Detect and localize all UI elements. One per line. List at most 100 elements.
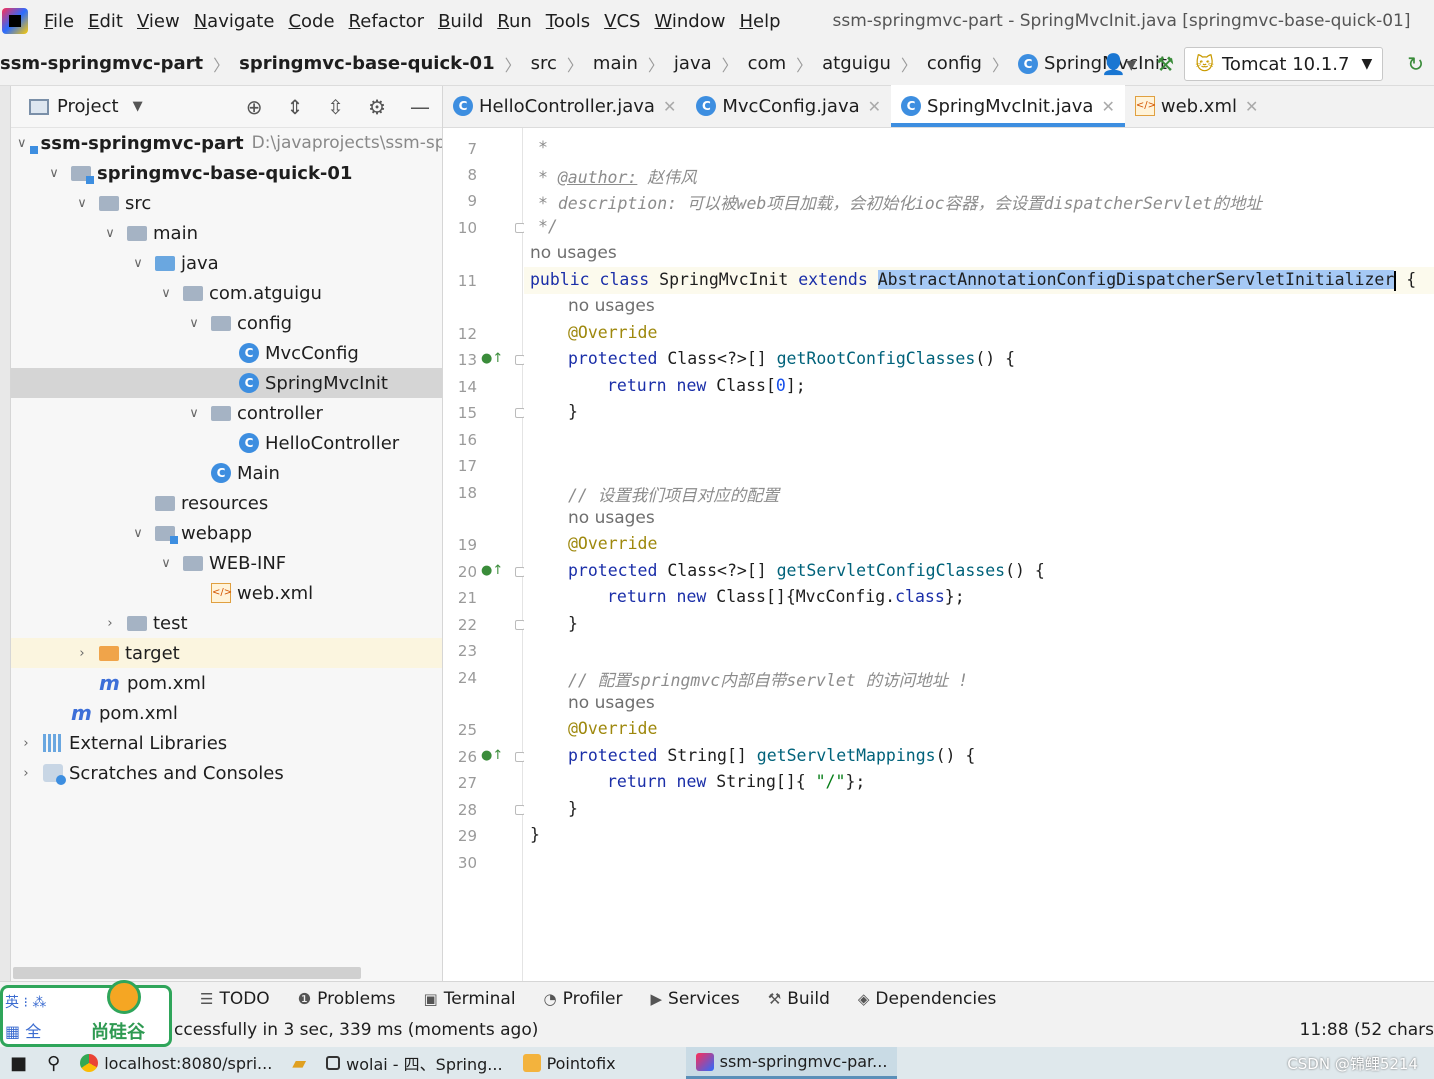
tool-window-dependencies[interactable]: ◈ Dependencies: [858, 989, 997, 1009]
override-method-icon[interactable]: ●↑: [481, 563, 503, 578]
tool-window-build[interactable]: ⚒ Build: [768, 989, 830, 1009]
menu-file[interactable]: File: [44, 11, 74, 32]
gear-icon[interactable]: ⚙: [368, 95, 386, 119]
chevron-down-icon[interactable]: ∨: [185, 316, 203, 331]
usage-hint[interactable]: no usages: [530, 243, 617, 263]
tree-item-module-pom[interactable]: m pom.xml: [11, 668, 442, 698]
menu-build[interactable]: Build: [438, 11, 483, 32]
tree-item-root-pom[interactable]: m pom.xml: [11, 698, 442, 728]
usage-hint[interactable]: no usages: [568, 508, 655, 528]
tool-window-terminal[interactable]: ▣ Terminal: [424, 989, 516, 1009]
file-explorer-icon[interactable]: ▰: [282, 1047, 316, 1079]
close-icon[interactable]: ✕: [1101, 97, 1114, 116]
tool-window-services[interactable]: ▶ Services: [651, 989, 740, 1009]
chevron-down-icon[interactable]: ∨: [45, 166, 63, 181]
breadcrumb-src[interactable]: src 〉: [531, 52, 593, 76]
editor-gutter[interactable]: 7 8 9 10 11 12 13 ●↑ 14 15 16 17 18 19 2…: [443, 128, 525, 981]
tree-item-main-class[interactable]: C Main: [11, 458, 442, 488]
close-icon[interactable]: ✕: [663, 97, 676, 116]
chevron-down-icon[interactable]: ∨: [73, 196, 91, 211]
chevron-right-icon[interactable]: ›: [73, 646, 91, 661]
tree-item-test[interactable]: › test: [11, 608, 442, 638]
collapse-all-icon[interactable]: ⇳: [327, 95, 344, 119]
menu-help[interactable]: Help: [739, 11, 780, 32]
menu-refactor[interactable]: Refactor: [349, 11, 425, 32]
menu-run[interactable]: Run: [497, 11, 532, 32]
tree-item-java[interactable]: ∨ java: [11, 248, 442, 278]
tab-hellocontroller[interactable]: C HelloController.java ✕: [443, 85, 686, 127]
rerun-icon[interactable]: ↻: [1407, 52, 1424, 76]
chevron-down-icon[interactable]: ∨: [129, 526, 147, 541]
locate-file-icon[interactable]: ⊕: [246, 95, 263, 119]
hide-panel-icon[interactable]: —: [410, 95, 430, 119]
tab-mvcconfig[interactable]: C MvcConfig.java ✕: [686, 85, 891, 127]
tree-item-package-com-atguigu[interactable]: ∨ com.atguigu: [11, 278, 442, 308]
tree-item-resources[interactable]: resources: [11, 488, 442, 518]
chevron-down-icon[interactable]: ∨: [157, 286, 175, 301]
menu-code[interactable]: Code: [288, 11, 334, 32]
usage-hint[interactable]: no usages: [568, 296, 655, 316]
taskbar-item-wolai[interactable]: wolai - 四、Spring...: [316, 1047, 512, 1079]
search-icon[interactable]: ⚲: [37, 1047, 70, 1079]
code-editor[interactable]: * * @author: 赵伟风 * description: 可以被web项目…: [524, 128, 1434, 981]
breadcrumb-config[interactable]: config 〉: [927, 52, 1018, 76]
start-button[interactable]: ■: [0, 1047, 37, 1079]
status-message[interactable]: ccessfully in 3 sec, 339 ms (moments ago…: [174, 1020, 538, 1040]
build-hammer-icon[interactable]: ⚒: [1156, 52, 1174, 76]
close-icon[interactable]: ✕: [868, 97, 881, 116]
tree-item-src[interactable]: ∨ src: [11, 188, 442, 218]
expand-all-icon[interactable]: ⇕: [287, 95, 304, 119]
chevron-right-icon[interactable]: ›: [17, 766, 35, 781]
caret-position[interactable]: 11:88 (52 chars: [1300, 1020, 1434, 1040]
chevron-down-icon[interactable]: ∨: [157, 556, 175, 571]
chevron-right-icon[interactable]: ›: [101, 616, 119, 631]
breadcrumb-java[interactable]: java 〉: [674, 52, 748, 76]
tree-item-hellocontroller[interactable]: C HelloController: [11, 428, 442, 458]
breadcrumb-project[interactable]: ssm-springmvc-part 〉: [0, 52, 239, 76]
menu-window[interactable]: Window: [654, 11, 725, 32]
run-configuration-selector[interactable]: 🐱 Tomcat 10.1.7 ▼: [1184, 47, 1384, 81]
tree-item-springmvcinit[interactable]: C SpringMvcInit: [11, 368, 442, 398]
chevron-down-icon[interactable]: ▼: [133, 99, 143, 114]
breadcrumb-main[interactable]: main 〉: [593, 52, 674, 76]
override-method-icon[interactable]: ●↑: [481, 351, 503, 366]
chevron-down-icon[interactable]: ∨: [101, 226, 119, 241]
tool-window-problems[interactable]: ❶ Problems: [298, 989, 396, 1009]
tree-item-webapp[interactable]: ∨ webapp: [11, 518, 442, 548]
chevron-down-icon[interactable]: ∨: [17, 136, 27, 151]
tree-item-mvcconfig[interactable]: C MvcConfig: [11, 338, 442, 368]
override-method-icon[interactable]: ●↑: [481, 748, 503, 763]
breadcrumb-atguigu[interactable]: atguigu 〉: [822, 52, 927, 76]
menu-tools[interactable]: Tools: [546, 11, 590, 32]
tab-web-xml[interactable]: </> web.xml ✕: [1125, 85, 1269, 127]
project-panel-title[interactable]: Project: [57, 96, 119, 117]
breadcrumb-com[interactable]: com 〉: [748, 52, 822, 76]
tree-item-web-inf[interactable]: ∨ WEB-INF: [11, 548, 442, 578]
chevron-right-icon[interactable]: ›: [17, 736, 35, 751]
menu-edit[interactable]: Edit: [88, 11, 123, 32]
tool-window-todo[interactable]: ☰ TODO: [200, 989, 270, 1009]
tab-springmvcinit[interactable]: C SpringMvcInit.java ✕: [891, 85, 1125, 127]
horizontal-scrollbar[interactable]: [13, 967, 361, 979]
tree-item-target[interactable]: › target: [11, 638, 442, 668]
taskbar-item-pointofix[interactable]: Pointofix: [513, 1047, 626, 1079]
menu-navigate[interactable]: Navigate: [194, 11, 275, 32]
close-icon[interactable]: ✕: [1245, 97, 1258, 116]
tree-item-module[interactable]: ∨ springmvc-base-quick-01: [11, 158, 442, 188]
tree-item-project-root[interactable]: ∨ ssm-springmvc-part D:\javaprojects\ssm-s…: [11, 128, 442, 158]
tree-item-package-config[interactable]: ∨ config: [11, 308, 442, 338]
menu-view[interactable]: View: [137, 11, 180, 32]
usage-hint[interactable]: no usages: [568, 693, 655, 713]
chevron-down-icon[interactable]: ∨: [185, 406, 203, 421]
tree-item-main[interactable]: ∨ main: [11, 218, 442, 248]
tree-item-package-controller[interactable]: ∨ controller: [11, 398, 442, 428]
menu-vcs[interactable]: VCS: [604, 11, 640, 32]
tree-item-web-xml[interactable]: </> web.xml: [11, 578, 442, 608]
taskbar-item-browser[interactable]: localhost:8080/spri...: [70, 1047, 282, 1079]
taskbar-item-intellij[interactable]: ssm-springmvc-par...: [685, 1047, 898, 1079]
tree-item-external-libraries[interactable]: › External Libraries: [11, 728, 442, 758]
user-dropdown-icon[interactable]: 👤▾: [1101, 52, 1136, 76]
breadcrumb-module[interactable]: springmvc-base-quick-01 〉: [239, 52, 530, 76]
chevron-down-icon[interactable]: ∨: [129, 256, 147, 271]
tool-window-profiler[interactable]: ◔ Profiler: [544, 989, 623, 1009]
